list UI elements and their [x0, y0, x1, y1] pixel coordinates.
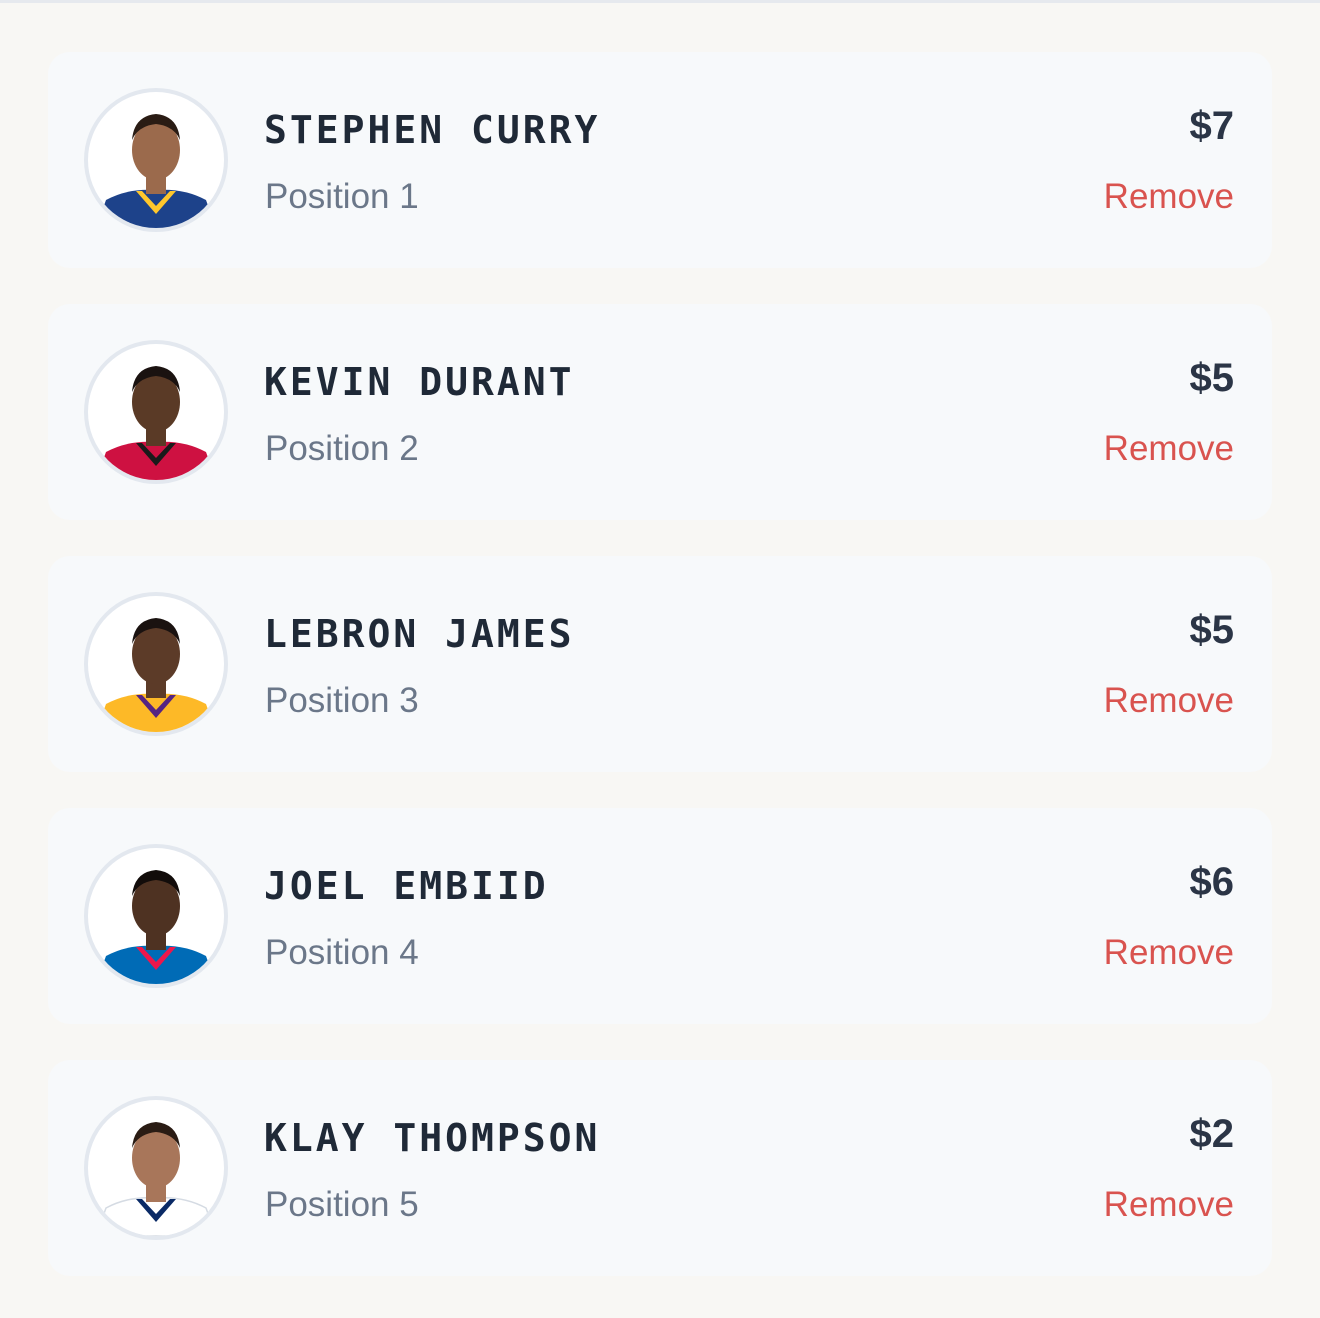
player-card: STEPHEN CURRY Position 1 $7 Remove [48, 52, 1272, 268]
player-card: LEBRON JAMES Position 3 $5 Remove [48, 556, 1272, 772]
player-name: STEPHEN CURRY [264, 108, 601, 152]
remove-button[interactable]: Remove [1104, 680, 1234, 722]
player-avatar [84, 1096, 228, 1240]
player-avatar [84, 88, 228, 232]
player-position: Position 3 [265, 681, 419, 720]
player-name: LEBRON JAMES [264, 612, 575, 656]
player-price: $5 [1189, 608, 1235, 652]
player-avatar [84, 592, 228, 736]
player-card: KLAY THOMPSON Position 5 $2 Remove [48, 1060, 1272, 1276]
player-headshot-icon [96, 870, 216, 984]
top-divider [0, 0, 1320, 3]
player-name: JOEL EMBIID [264, 864, 549, 908]
player-card: KEVIN DURANT Position 2 $5 Remove [48, 304, 1272, 520]
remove-button[interactable]: Remove [1104, 428, 1234, 470]
player-position: Position 4 [265, 933, 419, 972]
player-position: Position 5 [265, 1185, 419, 1224]
player-position: Position 1 [265, 177, 419, 216]
player-card: JOEL EMBIID Position 4 $6 Remove [48, 808, 1272, 1024]
player-price: $2 [1189, 1112, 1235, 1156]
player-price: $7 [1189, 104, 1235, 148]
player-price: $5 [1189, 356, 1235, 400]
player-avatar [84, 844, 228, 988]
player-headshot-icon [96, 366, 216, 480]
player-avatar [84, 340, 228, 484]
player-headshot-icon [95, 1122, 217, 1236]
remove-button[interactable]: Remove [1104, 1184, 1234, 1226]
player-position: Position 2 [265, 429, 419, 468]
player-name: KEVIN DURANT [264, 360, 575, 404]
remove-button[interactable]: Remove [1104, 932, 1234, 974]
player-price: $6 [1189, 860, 1235, 904]
player-list: STEPHEN CURRY Position 1 $7 Remove KEVIN… [48, 52, 1272, 1312]
player-headshot-icon [96, 114, 216, 228]
player-name: KLAY THOMPSON [264, 1116, 601, 1160]
remove-button[interactable]: Remove [1104, 176, 1234, 218]
player-headshot-icon [96, 618, 216, 732]
